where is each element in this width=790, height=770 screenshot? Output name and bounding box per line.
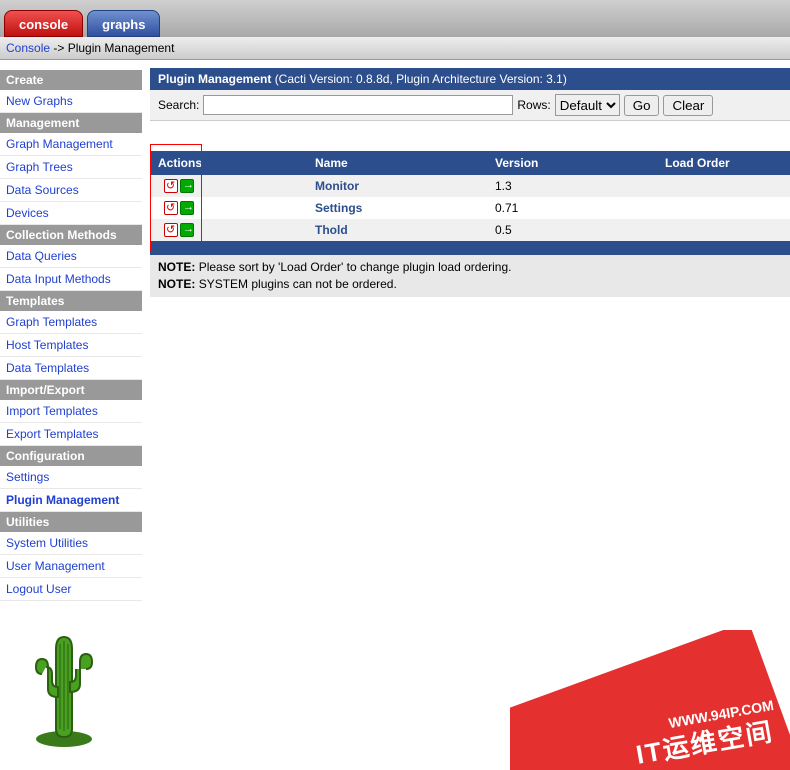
sidebar-item[interactable]: Data Queries	[0, 245, 142, 268]
sidebar-item[interactable]: Import Templates	[0, 400, 142, 423]
go-button[interactable]: Go	[624, 95, 660, 116]
sidebar-item[interactable]: Graph Trees	[0, 156, 142, 179]
plugin-version: 1.3	[495, 179, 665, 193]
watermark: WWW.94IP.COM IT运维空间	[510, 630, 790, 770]
sidebar-header: Create	[0, 70, 142, 90]
enable-icon[interactable]	[180, 201, 194, 215]
sidebar-link[interactable]: Data Sources	[6, 183, 79, 197]
breadcrumb: Console -> Plugin Management	[0, 37, 790, 60]
sidebar-header: Templates	[0, 291, 142, 311]
search-bar: Search: Rows: Default Go Clear	[150, 90, 790, 121]
sidebar-link[interactable]: Settings	[6, 470, 49, 484]
plugin-name-link[interactable]: Settings	[315, 201, 362, 215]
breadcrumb-page: Plugin Management	[68, 41, 175, 55]
col-actions-header[interactable]: Actions	[150, 156, 315, 170]
sidebar-link[interactable]: Logout User	[6, 582, 71, 596]
clear-button[interactable]: Clear	[663, 95, 713, 116]
table-footer-bar	[150, 241, 790, 255]
enable-icon[interactable]	[180, 179, 194, 193]
sidebar-header: Import/Export	[0, 380, 142, 400]
table-row: Monitor 1.3	[150, 175, 790, 197]
sidebar-item[interactable]: Data Input Methods	[0, 268, 142, 291]
sidebar-item[interactable]: Plugin Management	[0, 489, 142, 512]
sidebar-header: Management	[0, 113, 142, 133]
uninstall-icon[interactable]	[164, 223, 178, 237]
page-subtitle: (Cacti Version: 0.8.8d, Plugin Architect…	[275, 72, 567, 86]
sidebar-item[interactable]: Host Templates	[0, 334, 142, 357]
tab-console[interactable]: console	[4, 10, 83, 37]
sidebar-header: Configuration	[0, 446, 142, 466]
sidebar-item[interactable]: Graph Management	[0, 133, 142, 156]
sidebar-link[interactable]: User Management	[6, 559, 105, 573]
sidebar-link[interactable]: New Graphs	[6, 94, 73, 108]
notes: NOTE: Please sort by 'Load Order' to cha…	[150, 255, 790, 297]
spacer	[150, 121, 790, 151]
table-row: Thold 0.5	[150, 219, 790, 241]
sidebar-link[interactable]: Host Templates	[6, 338, 88, 352]
sidebar-item[interactable]: Data Sources	[0, 179, 142, 202]
breadcrumb-root[interactable]: Console	[6, 41, 50, 55]
sidebar-link[interactable]: Graph Templates	[6, 315, 97, 329]
main-content: Plugin Management (Cacti Version: 0.8.8d…	[142, 60, 790, 601]
sidebar-link[interactable]: Devices	[6, 206, 49, 220]
sidebar-header: Utilities	[0, 512, 142, 532]
sidebar-item[interactable]: Data Templates	[0, 357, 142, 380]
search-label: Search:	[158, 98, 199, 112]
page-title: Plugin Management	[158, 72, 271, 86]
note-line2: SYSTEM plugins can not be ordered.	[199, 277, 397, 291]
sidebar-item[interactable]: Settings	[0, 466, 142, 489]
sidebar-link[interactable]: Graph Trees	[6, 160, 73, 174]
rows-select[interactable]: Default	[555, 94, 620, 116]
note-prefix2: NOTE:	[158, 277, 195, 291]
sidebar-link[interactable]: System Utilities	[6, 536, 88, 550]
uninstall-icon[interactable]	[164, 201, 178, 215]
table-row: Settings 0.71	[150, 197, 790, 219]
sidebar-item[interactable]: User Management	[0, 555, 142, 578]
sidebar-link[interactable]: Graph Management	[6, 137, 113, 151]
title-bar: Plugin Management (Cacti Version: 0.8.8d…	[150, 68, 790, 90]
plugin-version: 0.5	[495, 223, 665, 237]
breadcrumb-sep: ->	[50, 41, 68, 55]
sidebar-link[interactable]: Data Templates	[6, 361, 89, 375]
search-input[interactable]	[203, 95, 513, 115]
table-header: Actions Name Version Load Order	[150, 151, 790, 175]
sidebar-item[interactable]: New Graphs	[0, 90, 142, 113]
sidebar-item[interactable]: Logout User	[0, 578, 142, 601]
col-name-header[interactable]: Name	[315, 156, 495, 170]
sidebar-item[interactable]: System Utilities	[0, 532, 142, 555]
rows-label: Rows:	[517, 98, 550, 112]
sidebar-link[interactable]: Plugin Management	[6, 493, 119, 507]
sidebar-link[interactable]: Import Templates	[6, 404, 98, 418]
sidebar-link[interactable]: Data Input Methods	[6, 272, 111, 286]
col-load-header[interactable]: Load Order	[665, 156, 790, 170]
sidebar-item[interactable]: Export Templates	[0, 423, 142, 446]
note-prefix: NOTE:	[158, 260, 195, 274]
enable-icon[interactable]	[180, 223, 194, 237]
tab-graphs[interactable]: graphs	[87, 10, 160, 37]
plugin-version: 0.71	[495, 201, 665, 215]
sidebar-item[interactable]: Devices	[0, 202, 142, 225]
note-line1: Please sort by 'Load Order' to change pl…	[199, 260, 512, 274]
plugin-name-link[interactable]: Monitor	[315, 179, 359, 193]
top-tabs: console graphs	[0, 0, 790, 37]
plugin-name-link[interactable]: Thold	[315, 223, 348, 237]
uninstall-icon[interactable]	[164, 179, 178, 193]
sidebar-item[interactable]: Graph Templates	[0, 311, 142, 334]
sidebar-link[interactable]: Export Templates	[6, 427, 99, 441]
sidebar-header: Collection Methods	[0, 225, 142, 245]
sidebar-link[interactable]: Data Queries	[6, 249, 77, 263]
col-version-header[interactable]: Version	[495, 156, 665, 170]
sidebar: Create New Graphs Management Graph Manageme…	[0, 60, 142, 601]
